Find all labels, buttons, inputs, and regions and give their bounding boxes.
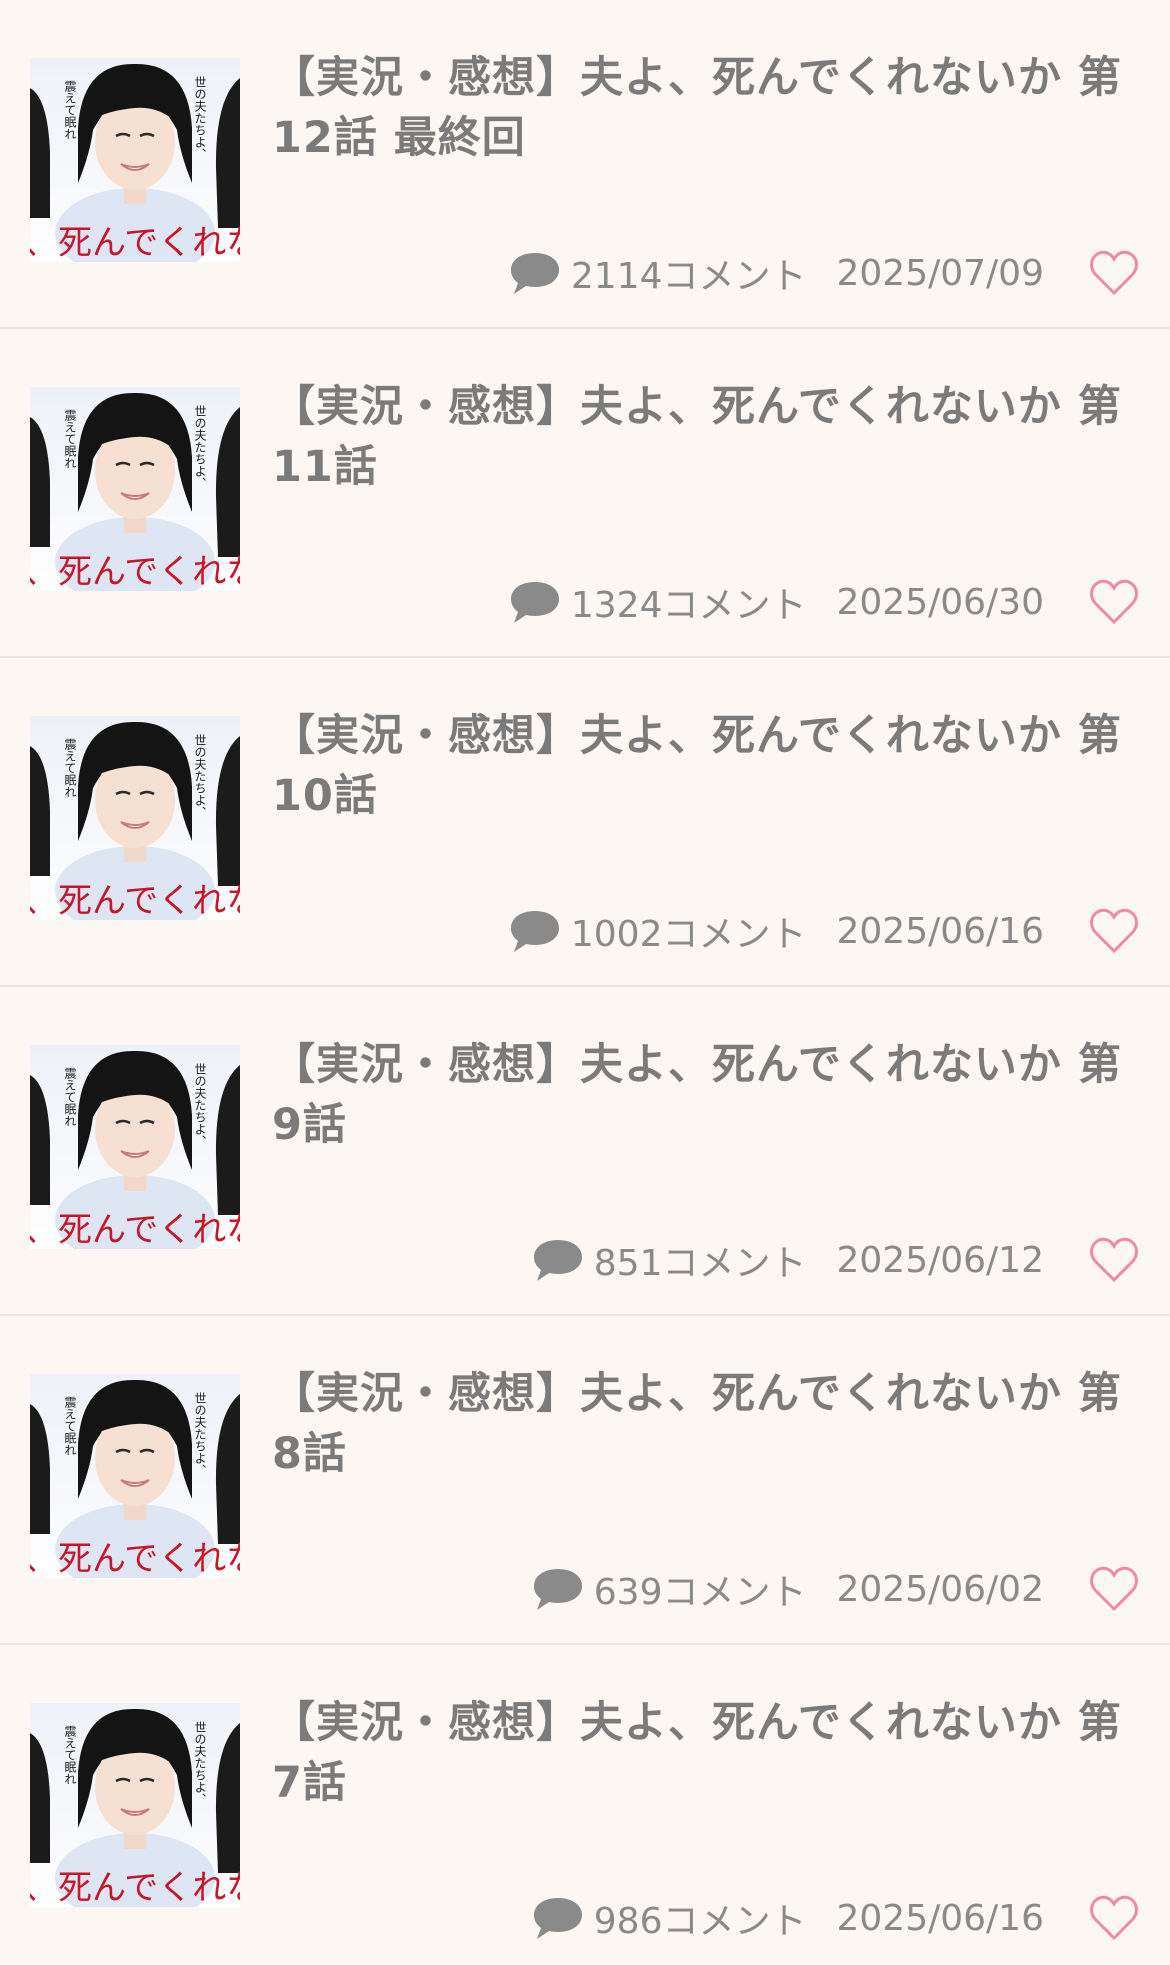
heart-outline-icon[interactable]: [1088, 249, 1140, 297]
comment-icon: [533, 1240, 582, 1281]
thumb-title-text: 、死んでくれな: [30, 552, 240, 591]
thumb-title-text: 、死んでくれな: [30, 223, 240, 262]
comment-icon: [510, 582, 559, 623]
article-title[interactable]: 【実況・感想】夫よ、死んでくれないか 第11話: [272, 377, 1142, 497]
article-item[interactable]: 震えて眠れ 世の夫たちよ、 、死んでくれな 【実況・感想】夫よ、死んでくれないか…: [0, 1316, 1170, 1645]
article-meta: 2114コメント 2025/07/09: [509, 245, 1140, 301]
article-list: 震えて眠れ 世の夫たちよ、 、死んでくれな 【実況・感想】夫よ、死んでくれないか…: [0, 0, 1170, 1965]
heart-outline-icon[interactable]: [1088, 907, 1140, 955]
article-meta: 851コメント 2025/06/12: [532, 1232, 1140, 1288]
article-item[interactable]: 震えて眠れ 世の夫たちよ、 、死んでくれな 【実況・感想】夫よ、死んでくれないか…: [0, 1645, 1170, 1965]
article-title[interactable]: 【実況・感想】夫よ、死んでくれないか 第8話: [272, 1364, 1142, 1484]
article-title[interactable]: 【実況・感想】夫よ、死んでくれないか 第10話: [272, 706, 1142, 826]
article-title[interactable]: 【実況・感想】夫よ、死んでくれないか 第9話: [272, 1035, 1142, 1155]
thumb-caption-right: 世の夫たちよ、: [193, 76, 207, 160]
article-thumbnail: 震えて眠れ 世の夫たちよ、 、死んでくれな: [30, 387, 240, 591]
article-item[interactable]: 震えて眠れ 世の夫たちよ、 、死んでくれな 【実況・感想】夫よ、死んでくれないか…: [0, 0, 1170, 329]
heart-outline-icon[interactable]: [1088, 1565, 1140, 1613]
article-item[interactable]: 震えて眠れ 世の夫たちよ、 、死んでくれな 【実況・感想】夫よ、死んでくれないか…: [0, 987, 1170, 1316]
comment-count: 2114コメント: [570, 256, 807, 297]
heart-outline-icon[interactable]: [1088, 1894, 1140, 1942]
post-date: 2025/06/30: [836, 581, 1045, 623]
thumb-caption-left: 震えて眠れ: [63, 1067, 77, 1127]
thumb-caption-left: 震えて眠れ: [63, 1725, 77, 1785]
article-meta: 1002コメント 2025/06/16: [509, 903, 1140, 959]
comment-count: 986コメント: [593, 1901, 807, 1942]
comment-icon: [510, 253, 559, 294]
article-meta: 639コメント 2025/06/02: [532, 1561, 1140, 1617]
article-thumbnail: 震えて眠れ 世の夫たちよ、 、死んでくれな: [30, 1374, 240, 1578]
heart-outline-icon[interactable]: [1088, 578, 1140, 626]
thumb-title-text: 、死んでくれな: [30, 1868, 240, 1907]
thumb-caption-left: 震えて眠れ: [63, 1396, 77, 1456]
post-date: 2025/06/12: [836, 1239, 1045, 1281]
comment-icon: [533, 1898, 582, 1939]
thumb-caption-left: 震えて眠れ: [63, 738, 77, 798]
article-item[interactable]: 震えて眠れ 世の夫たちよ、 、死んでくれな 【実況・感想】夫よ、死んでくれないか…: [0, 658, 1170, 987]
thumb-caption-right: 世の夫たちよ、: [193, 734, 207, 818]
article-meta: 1324コメント 2025/06/30: [509, 574, 1140, 630]
comment-icon: [533, 1569, 582, 1610]
thumb-title-text: 、死んでくれな: [30, 1210, 240, 1249]
thumb-caption-left: 震えて眠れ: [63, 80, 77, 140]
post-date: 2025/07/09: [836, 252, 1045, 294]
post-date: 2025/06/16: [836, 910, 1045, 952]
article-thumbnail: 震えて眠れ 世の夫たちよ、 、死んでくれな: [30, 1703, 240, 1907]
heart-outline-icon[interactable]: [1088, 1236, 1140, 1284]
comment-count: 1324コメント: [570, 585, 807, 626]
thumb-caption-right: 世の夫たちよ、: [193, 1392, 207, 1476]
thumb-caption-right: 世の夫たちよ、: [193, 1063, 207, 1147]
post-date: 2025/06/02: [836, 1568, 1045, 1610]
thumb-caption-right: 世の夫たちよ、: [193, 405, 207, 489]
comment-count: 1002コメント: [570, 914, 807, 955]
article-thumbnail: 震えて眠れ 世の夫たちよ、 、死んでくれな: [30, 716, 240, 920]
article-item[interactable]: 震えて眠れ 世の夫たちよ、 、死んでくれな 【実況・感想】夫よ、死んでくれないか…: [0, 329, 1170, 658]
comment-count: 851コメント: [593, 1243, 807, 1284]
article-title[interactable]: 【実況・感想】夫よ、死んでくれないか 第7話: [272, 1693, 1142, 1813]
comment-icon: [510, 911, 559, 952]
article-meta: 986コメント 2025/06/16: [532, 1890, 1140, 1946]
article-thumbnail: 震えて眠れ 世の夫たちよ、 、死んでくれな: [30, 58, 240, 262]
thumb-caption-left: 震えて眠れ: [63, 409, 77, 469]
post-date: 2025/06/16: [836, 1897, 1045, 1939]
article-thumbnail: 震えて眠れ 世の夫たちよ、 、死んでくれな: [30, 1045, 240, 1249]
comment-count: 639コメント: [593, 1572, 807, 1613]
thumb-title-text: 、死んでくれな: [30, 1539, 240, 1578]
article-title[interactable]: 【実況・感想】夫よ、死んでくれないか 第12話 最終回: [272, 48, 1142, 168]
thumb-title-text: 、死んでくれな: [30, 881, 240, 920]
thumb-caption-right: 世の夫たちよ、: [193, 1721, 207, 1805]
